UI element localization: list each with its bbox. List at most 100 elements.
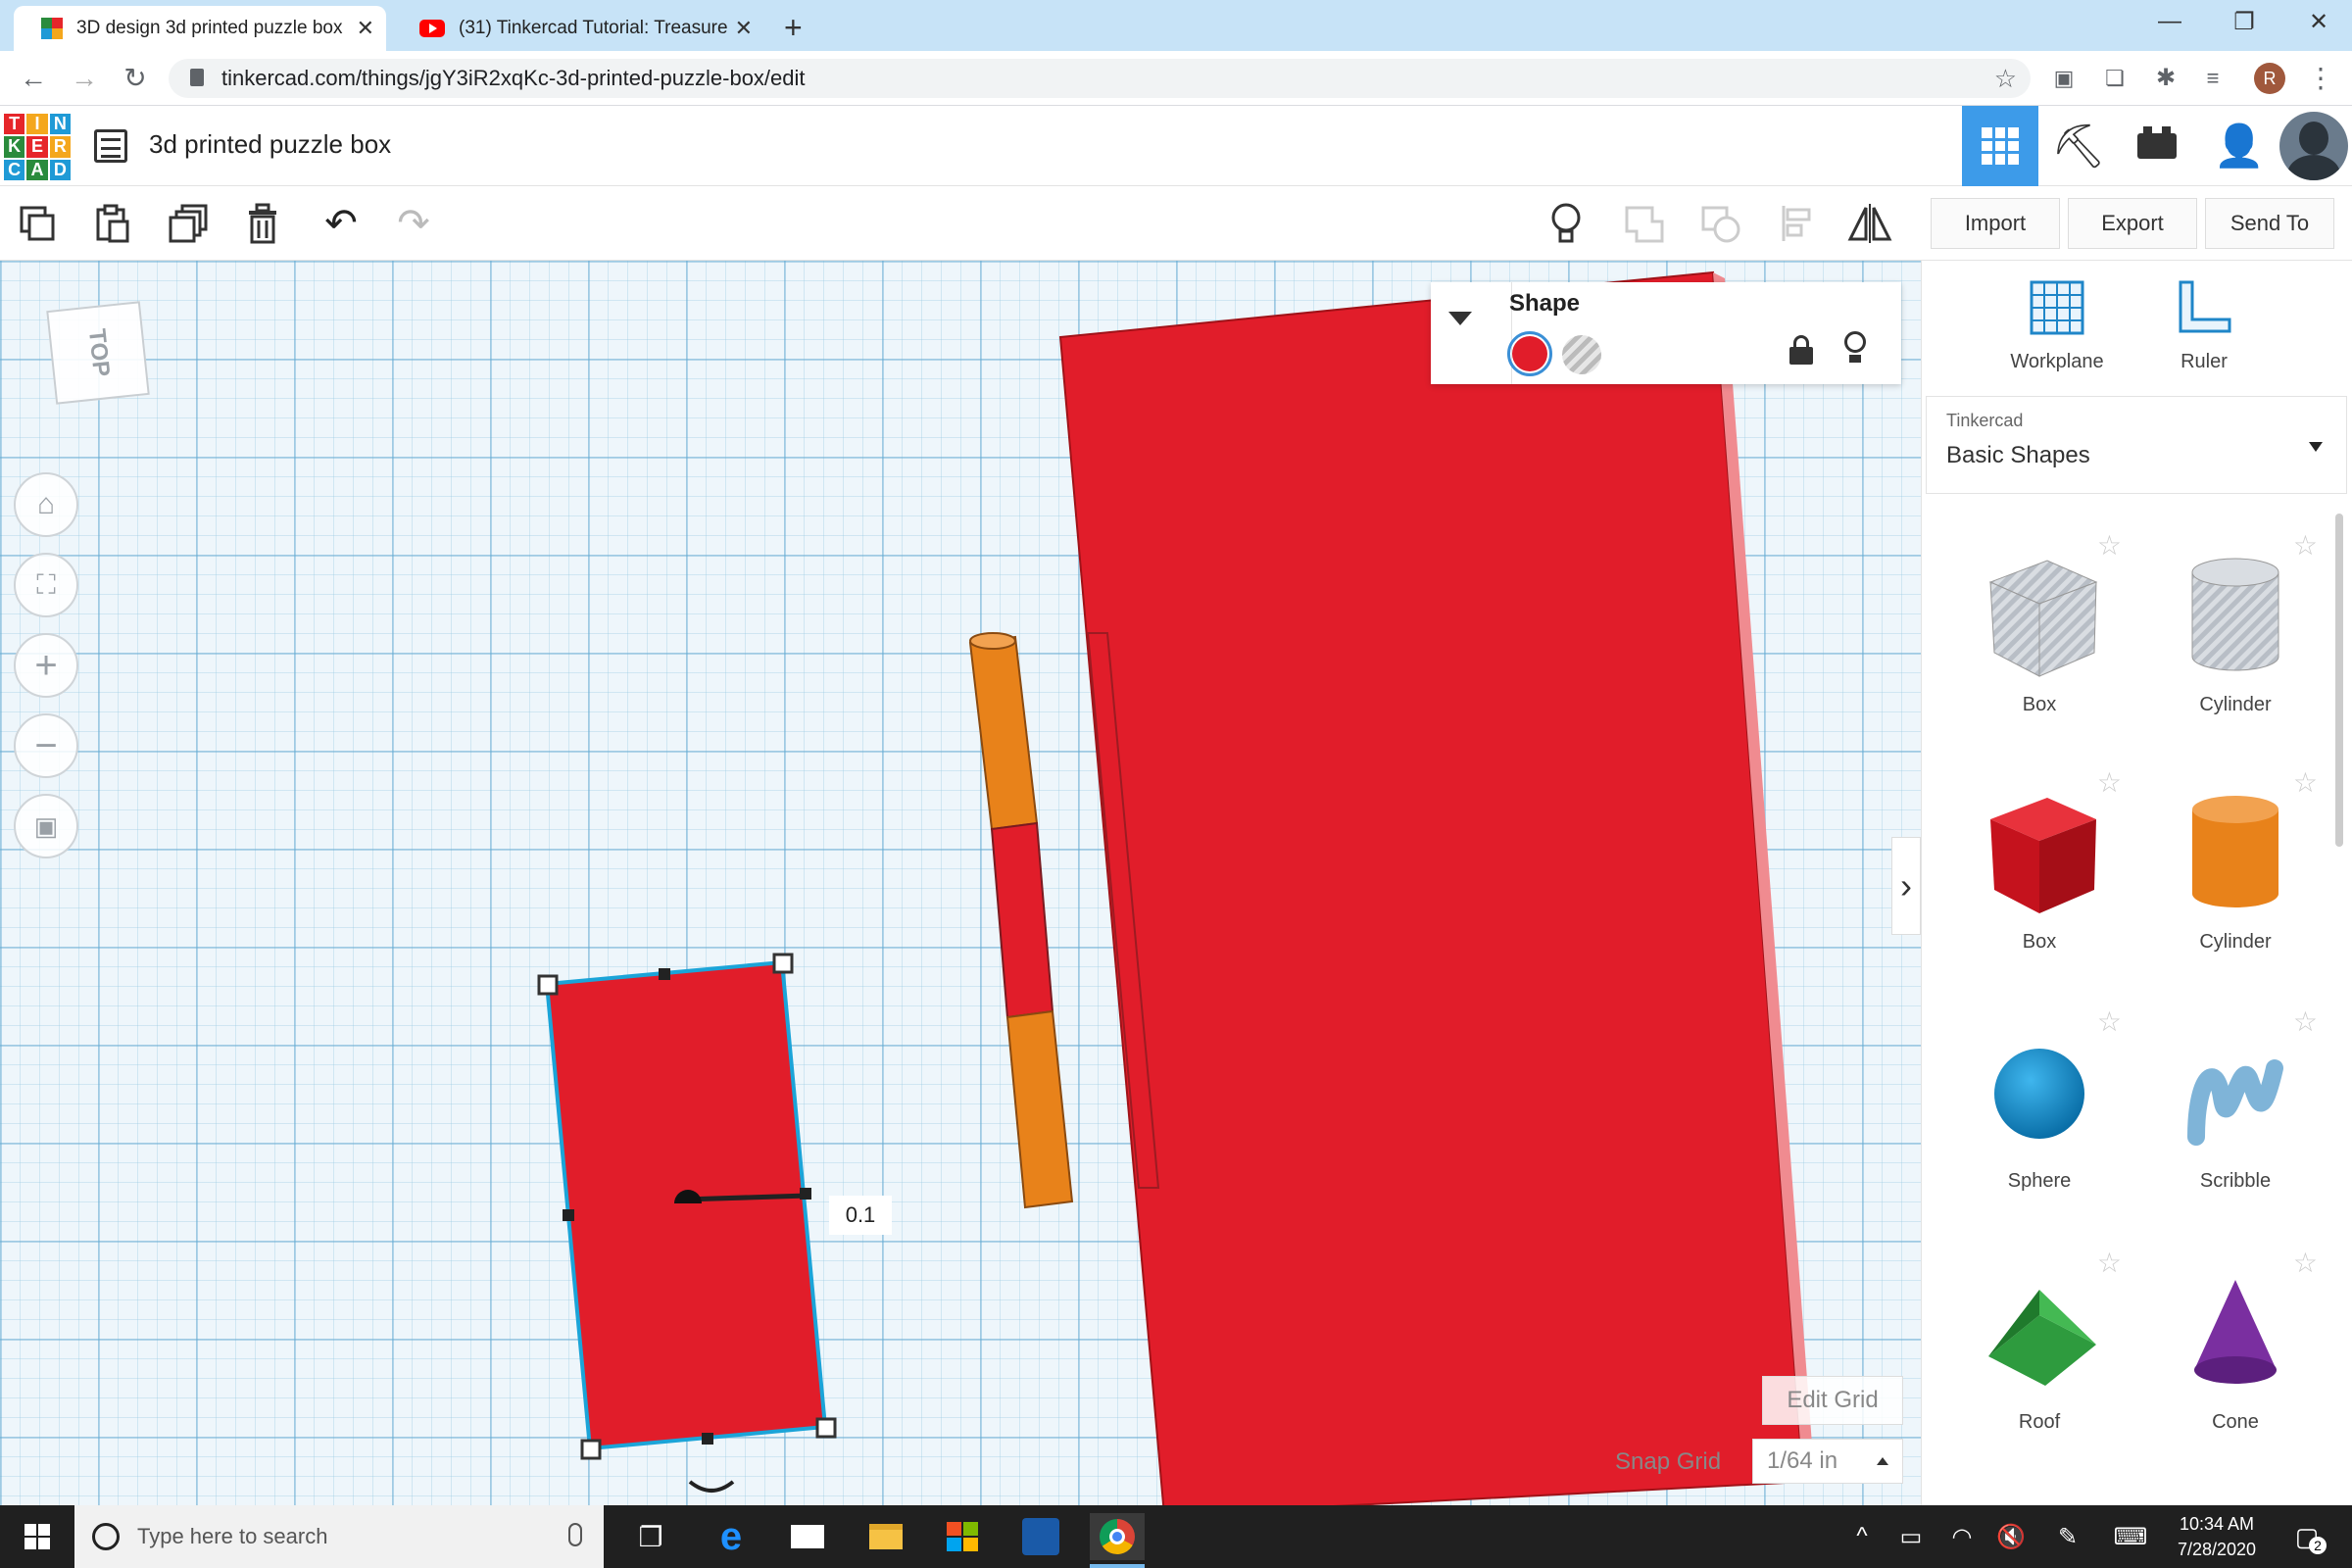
media-icon[interactable]: ≡ — [2197, 63, 2229, 94]
shape-panel-title: Shape — [1509, 290, 1581, 317]
chrome-icon[interactable] — [1090, 1513, 1145, 1560]
shape-card-cone[interactable]: ☆ Cone — [2137, 1241, 2333, 1466]
tinkercad-logo[interactable]: T I N K E R C A D — [4, 114, 71, 180]
wifi-icon[interactable]: ◠ — [1935, 1513, 1989, 1560]
shape-card-cylinder[interactable]: ☆ Cylinder — [2137, 760, 2333, 986]
forward-icon[interactable]: → — [69, 63, 100, 94]
ruler-tool[interactable]: Ruler — [2165, 280, 2243, 388]
rotate-handle[interactable] — [688, 1480, 735, 1493]
bricks-icon[interactable] — [2119, 106, 2195, 186]
copy-icon[interactable] — [14, 200, 61, 247]
workplane-canvas[interactable]: TOP ⌂ ⛶ + − ▣ 0.1 Shape › Edit Grid Snap… — [0, 261, 1921, 1505]
favorite-star-icon[interactable]: ☆ — [2293, 529, 2318, 562]
close-icon[interactable]: ✕ — [735, 16, 753, 41]
extension-icon[interactable]: ▣ — [2048, 63, 2080, 94]
volume-mute-icon[interactable]: 🔇 — [1984, 1513, 2038, 1560]
lightbulb-icon[interactable] — [1543, 200, 1590, 247]
microphone-icon[interactable] — [568, 1523, 582, 1546]
window-close-icon[interactable]: ✕ — [2299, 8, 2338, 36]
affinity-designer-icon[interactable] — [1013, 1513, 1068, 1560]
align-icon[interactable] — [1774, 200, 1821, 247]
library-name: Basic Shapes — [1946, 442, 2090, 468]
add-user-icon[interactable]: 👤 — [2201, 106, 2278, 186]
taskbar-search-input[interactable]: Type here to search — [74, 1505, 604, 1568]
view-3d-grid-icon[interactable] — [1962, 106, 2038, 186]
shape-card-box-hole[interactable]: ☆ Box — [1941, 523, 2137, 749]
hole-swatch[interactable] — [1562, 335, 1601, 374]
shape-card-scribble[interactable]: ☆ Scribble — [2137, 1000, 2333, 1225]
pen-icon[interactable]: ✎ — [2040, 1513, 2095, 1560]
snap-grid-select[interactable]: 1/64 in — [1752, 1439, 1903, 1484]
import-button[interactable]: Import — [1931, 198, 2060, 249]
ungroup-icon[interactable] — [1697, 200, 1744, 247]
mail-icon[interactable] — [780, 1513, 835, 1560]
favorite-star-icon[interactable]: ☆ — [2293, 1005, 2318, 1038]
hinge-cylinder[interactable] — [968, 632, 1074, 1209]
puzzle-extensions-icon[interactable]: ✱ — [2150, 63, 2181, 94]
group-icon[interactable] — [1621, 200, 1668, 247]
battery-icon[interactable]: ▭ — [1884, 1513, 1938, 1560]
duplicate-icon[interactable] — [165, 200, 212, 247]
collapse-caret-icon[interactable] — [1448, 312, 1472, 325]
clock[interactable]: 10:34 AM 7/28/2020 — [2162, 1511, 2272, 1562]
rotate-arrow-icon[interactable] — [825, 1454, 864, 1494]
mirror-icon[interactable] — [1846, 200, 1893, 247]
large-red-plate[interactable] — [1058, 270, 1805, 1505]
undo-icon[interactable]: ↶ — [318, 200, 365, 247]
shape-library-select[interactable]: Tinkercad Basic Shapes — [1926, 396, 2347, 494]
send-to-button[interactable]: Send To — [2205, 198, 2334, 249]
profile-avatar[interactable]: R — [2254, 63, 2285, 94]
bookmark-star-icon[interactable]: ☆ — [1994, 64, 2017, 94]
design-title[interactable]: 3d printed puzzle box — [149, 129, 391, 160]
cone-icon — [2194, 1280, 2277, 1384]
scrollbar[interactable] — [2335, 514, 2343, 847]
favorite-star-icon[interactable]: ☆ — [2293, 1247, 2318, 1279]
dimension-value-label[interactable]: 0.1 — [829, 1196, 892, 1235]
solid-color-swatch[interactable] — [1507, 331, 1552, 376]
visibility-lightbulb-icon[interactable] — [1842, 331, 1868, 367]
tab-youtube[interactable]: (31) Tinkercad Tutorial: Treasure ✕ — [392, 6, 764, 51]
selected-red-block[interactable] — [544, 959, 828, 1451]
new-tab-icon[interactable]: + — [784, 10, 803, 46]
snap-grid-label: Snap Grid — [1615, 1448, 1722, 1475]
export-button[interactable]: Export — [2068, 198, 2197, 249]
address-bar[interactable]: tinkercad.com/things/jgY3iR2xqKc-3d-prin… — [169, 59, 2031, 98]
favorite-star-icon[interactable]: ☆ — [2097, 1005, 2122, 1038]
minimize-icon[interactable]: — — [2150, 8, 2189, 35]
task-view-icon[interactable]: ❐ — [623, 1513, 678, 1560]
back-icon[interactable]: ← — [18, 63, 49, 94]
notifications-icon[interactable]: ▢ 2 — [2279, 1513, 2334, 1560]
reload-icon[interactable]: ↻ — [120, 63, 151, 94]
user-avatar[interactable] — [2279, 112, 2348, 180]
redo-icon[interactable]: ↷ — [390, 200, 437, 247]
delete-icon[interactable] — [239, 200, 286, 247]
browser-toolbar: ← → ↻ tinkercad.com/things/jgY3iR2xqKc-3… — [0, 51, 2352, 106]
shape-card-sphere[interactable]: ☆ Sphere — [1941, 1000, 2137, 1225]
file-explorer-icon[interactable] — [858, 1513, 913, 1560]
panel-toggle-chevron-icon[interactable]: › — [1891, 837, 1921, 935]
favorite-star-icon[interactable]: ☆ — [2097, 766, 2122, 799]
tab-tinkercad[interactable]: 3D design 3d printed puzzle box ✕ — [14, 6, 386, 51]
shape-card-box[interactable]: ☆ Box — [1941, 760, 2137, 986]
favorite-star-icon[interactable]: ☆ — [2097, 529, 2122, 562]
favorite-star-icon[interactable]: ☆ — [2097, 1247, 2122, 1279]
lock-icon[interactable] — [1789, 335, 1813, 365]
keyboard-icon[interactable]: ⌨ — [2103, 1513, 2158, 1560]
close-icon[interactable]: ✕ — [357, 16, 374, 41]
shape-card-cylinder-hole[interactable]: ☆ Cylinder — [2137, 523, 2333, 749]
windows-taskbar: Type here to search ❐ e ^ ▭ ◠ 🔇 ✎ ⌨ 10:3… — [0, 1505, 2352, 1568]
chevron-up-icon[interactable]: ^ — [1835, 1513, 1889, 1560]
windows-start-icon[interactable] — [10, 1513, 65, 1560]
shape-card-roof[interactable]: ☆ Roof — [1941, 1241, 2137, 1466]
paste-icon[interactable] — [88, 200, 135, 247]
store-icon[interactable] — [935, 1513, 990, 1560]
menu-kebab-icon[interactable]: ⋮ — [2305, 63, 2336, 94]
favorite-star-icon[interactable]: ☆ — [2293, 766, 2318, 799]
codeblocks-pickaxe-icon[interactable]: ⛏ — [2040, 106, 2117, 186]
design-list-icon[interactable] — [94, 129, 127, 163]
restore-icon[interactable]: ❐ — [2225, 8, 2264, 36]
edge-icon[interactable]: e — [704, 1513, 759, 1560]
workplane-tool[interactable]: Workplane — [2008, 280, 2106, 388]
extension-icon-2[interactable]: ❏ — [2099, 63, 2131, 94]
edit-grid-button[interactable]: Edit Grid — [1762, 1376, 1903, 1425]
